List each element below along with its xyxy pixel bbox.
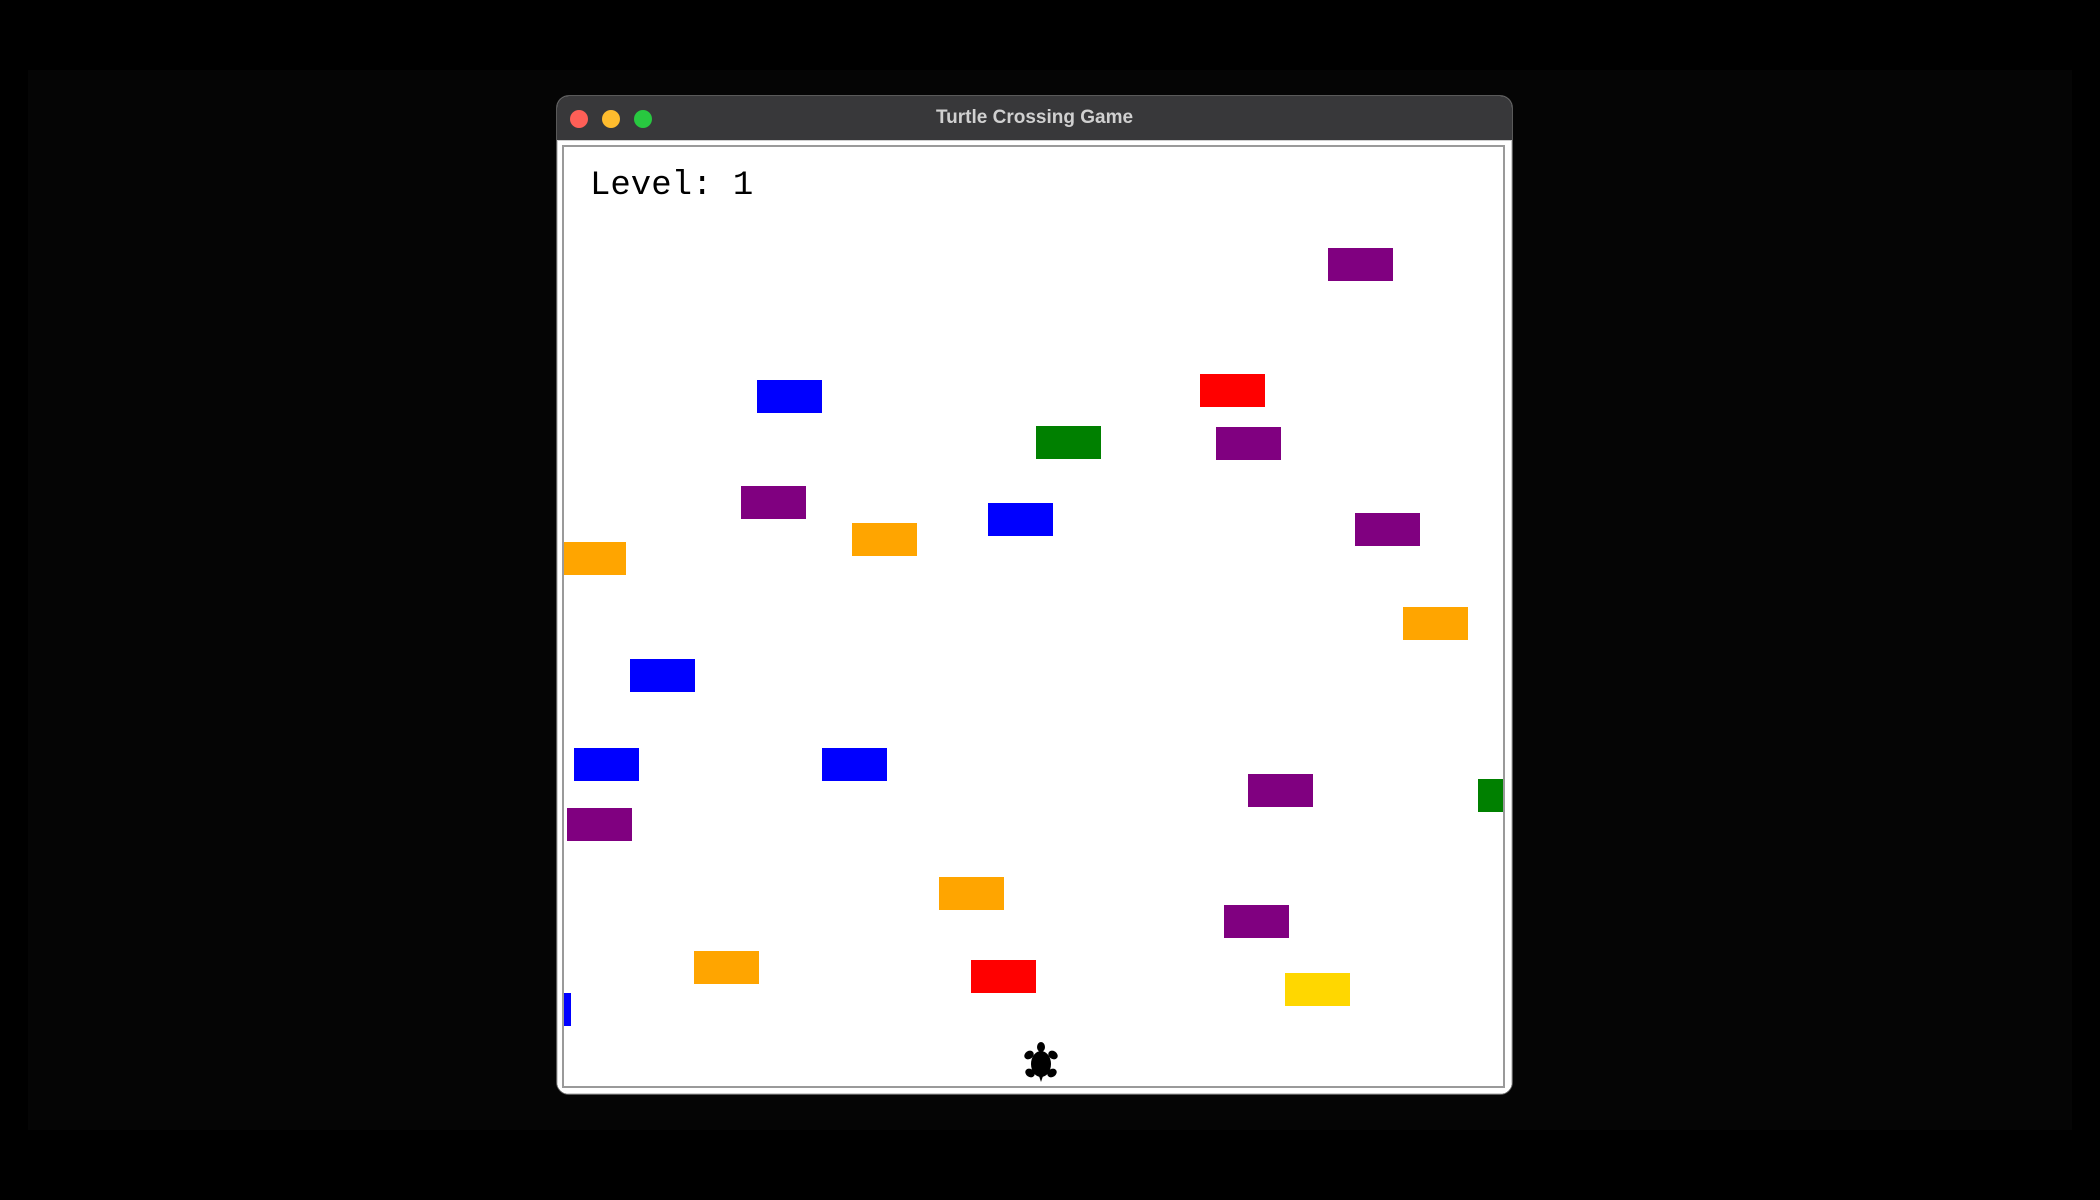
- purple-car: [1216, 427, 1281, 460]
- orange-car: [564, 542, 626, 575]
- orange-car: [852, 523, 917, 556]
- purple-car: [1224, 905, 1289, 938]
- blue-car: [822, 748, 887, 781]
- blue-car: [988, 503, 1053, 536]
- purple-car: [1355, 513, 1420, 546]
- purple-car: [1248, 774, 1313, 807]
- orange-car: [939, 877, 1004, 910]
- window-title: Turtle Crossing Game: [935, 107, 1134, 128]
- level-label: Level: 1: [590, 167, 754, 205]
- green-car: [1478, 779, 1503, 812]
- game-window: Turtle Crossing Game Level: 1: [557, 96, 1512, 1094]
- turtle-icon[interactable]: [1024, 1040, 1058, 1082]
- orange-car: [1403, 607, 1468, 640]
- game-canvas[interactable]: Level: 1: [562, 145, 1505, 1088]
- blue-car: [564, 993, 571, 1026]
- purple-car: [567, 808, 632, 841]
- canvas-frame: Level: 1: [557, 140, 1512, 1094]
- orange-car: [694, 951, 759, 984]
- blue-car: [757, 380, 822, 413]
- title-bar[interactable]: Turtle Crossing Game: [557, 96, 1512, 140]
- green-car: [1036, 426, 1101, 459]
- red-car: [1200, 374, 1265, 407]
- blue-car: [574, 748, 639, 781]
- red-car: [971, 960, 1036, 993]
- yellow-car: [1285, 973, 1350, 1006]
- purple-car: [741, 486, 806, 519]
- purple-car: [1328, 248, 1393, 281]
- blue-car: [630, 659, 695, 692]
